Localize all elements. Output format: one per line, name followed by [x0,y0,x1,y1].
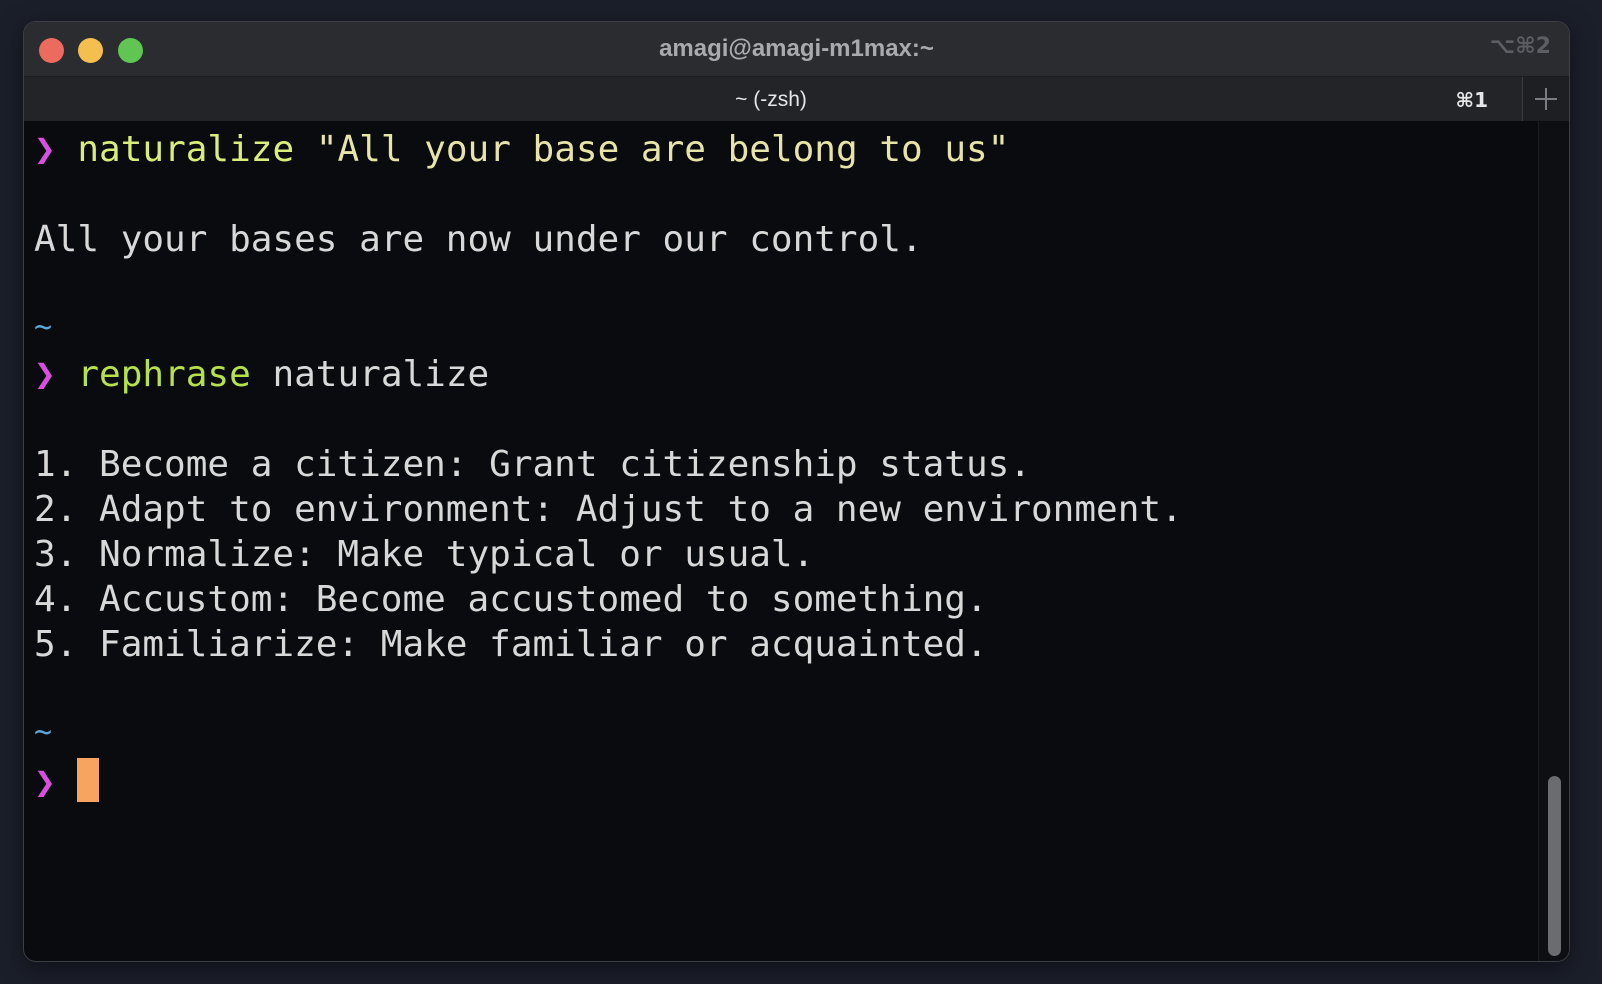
output-list-item: 5. Familiarize: Make familiar or acquain… [34,624,988,665]
output-line: All your bases are now under our control… [34,219,923,260]
output-list-item: 4. Accustom: Become accustomed to someth… [34,579,988,620]
command-line-current[interactable]: ❯ [34,758,100,804]
scrollbar[interactable] [1538,121,1569,961]
tab-bar: ~ (-zsh) ⌘1 [24,76,1569,121]
prompt-symbol: ❯ [34,762,56,803]
prompt-symbol: ❯ [34,354,56,395]
scrollbar-thumb[interactable] [1548,776,1561,956]
output-list-item: 3. Normalize: Make typical or usual. [34,534,815,575]
tab-zsh[interactable]: ~ (-zsh) ⌘1 [24,77,1518,121]
command-name: rephrase [77,354,251,395]
title-bar[interactable]: amagi@amagi-m1max:~ ⌥⌘2 [24,22,1569,76]
new-tab-button[interactable] [1522,77,1569,121]
command-argument: naturalize [272,354,490,395]
text-cursor [77,758,100,802]
command-argument: "All your base are belong to us" [315,129,1010,170]
command-name: naturalize [77,129,295,170]
terminal-content[interactable]: ❯ naturalize "All your base are belong t… [24,121,1518,961]
window-title: amagi@amagi-m1max:~ [659,35,934,62]
prompt-symbol: ❯ [34,129,56,170]
output-list-item: 2. Adapt to environment: Adjust to a new… [34,489,1183,530]
command-line-1: ❯ naturalize "All your base are belong t… [34,127,1009,173]
terminal-window: amagi@amagi-m1max:~ ⌥⌘2 ~ (-zsh) ⌘1 ❯ na… [24,22,1569,961]
tab-label: ~ (-zsh) [735,88,807,111]
command-line-2: ❯ rephrase naturalize [34,352,489,398]
plus-icon-vertical [1545,88,1547,110]
window-shortcut: ⌥⌘2 [1489,34,1551,59]
tab-shortcut: ⌘1 [1455,88,1488,112]
cwd-indicator: ~ [34,310,53,345]
cwd-indicator: ~ [34,715,53,750]
output-list-item: 1. Become a citizen: Grant citizenship s… [34,444,1031,485]
